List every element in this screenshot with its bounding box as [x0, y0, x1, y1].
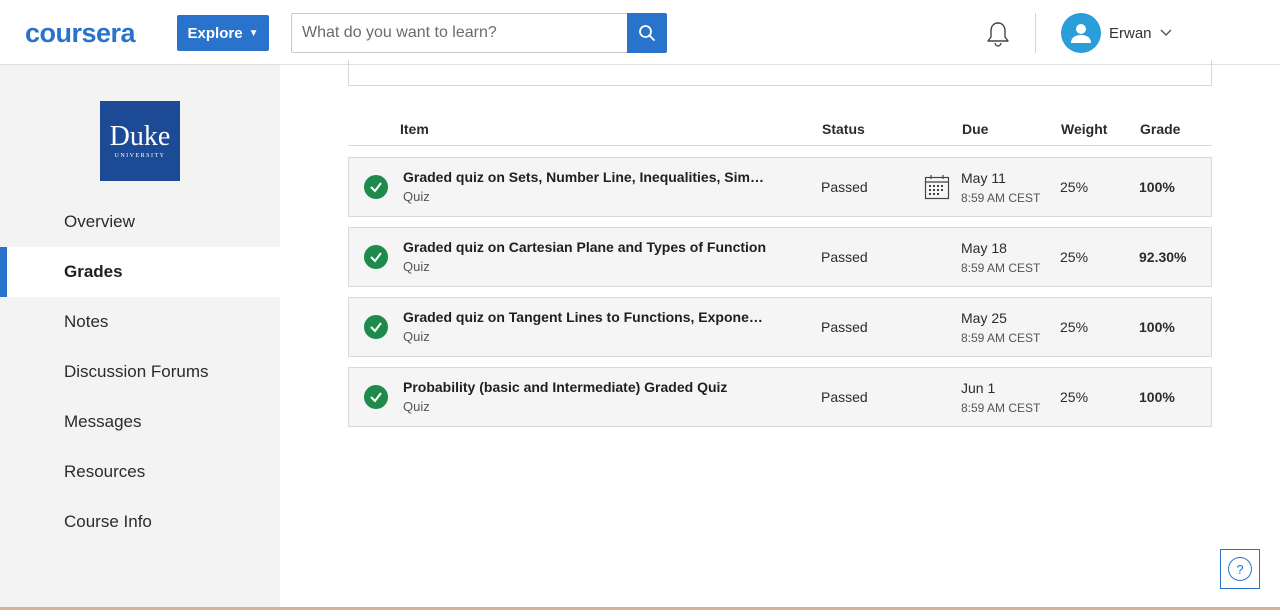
- due-time: 8:59 AM CEST: [961, 331, 1041, 345]
- status-text: Passed: [821, 249, 868, 265]
- weight-value: 25%: [1060, 179, 1089, 195]
- header-divider: [1035, 13, 1036, 53]
- grade-value: 100%: [1139, 389, 1175, 405]
- grade-value: 100%: [1139, 179, 1175, 195]
- due-date: May 11: [961, 170, 1006, 186]
- sidebar-item-resources[interactable]: Resources: [0, 447, 280, 497]
- status-text: Passed: [821, 179, 868, 195]
- user-name: Erwan: [1109, 24, 1152, 42]
- grade-value: 100%: [1139, 319, 1175, 335]
- column-header-weight: Weight: [1061, 121, 1108, 137]
- help-button[interactable]: ?: [1220, 549, 1260, 589]
- sidebar-item-discussion-forums[interactable]: Discussion Forums: [0, 347, 280, 397]
- passed-check-icon: [364, 175, 388, 199]
- table-row[interactable]: Graded quiz on Cartesian Plane and Types…: [348, 227, 1212, 287]
- status-text: Passed: [821, 389, 868, 405]
- sidebar-item-course-info[interactable]: Course Info: [0, 497, 280, 547]
- user-menu[interactable]: Erwan: [1061, 13, 1172, 53]
- course-sidebar: Duke UNIVERSITY Overview Grades Notes Di…: [0, 65, 280, 610]
- weight-value: 25%: [1060, 389, 1089, 405]
- table-row[interactable]: Graded quiz on Sets, Number Line, Inequa…: [348, 157, 1212, 217]
- sidebar-item-notes[interactable]: Notes: [0, 297, 280, 347]
- chevron-down-icon: [1160, 29, 1172, 36]
- column-header-due: Due: [962, 121, 989, 137]
- help-icon: ?: [1228, 557, 1252, 581]
- explore-button[interactable]: Explore ▼: [177, 15, 269, 51]
- chevron-down-icon: ▼: [248, 27, 259, 39]
- status-text: Passed: [821, 319, 868, 335]
- column-header-status: Status: [822, 121, 865, 137]
- item-title-link[interactable]: Probability (basic and Intermediate) Gra…: [403, 379, 771, 395]
- item-title-link[interactable]: Graded quiz on Cartesian Plane and Types…: [403, 239, 771, 255]
- previous-section-box: [348, 60, 1212, 86]
- column-header-item: Item: [400, 121, 429, 137]
- item-type: Quiz: [403, 399, 430, 414]
- due-time: 8:59 AM CEST: [961, 191, 1041, 205]
- explore-label: Explore: [187, 24, 243, 42]
- passed-check-icon: [364, 385, 388, 409]
- avatar: [1061, 13, 1101, 53]
- sidebar-item-messages[interactable]: Messages: [0, 397, 280, 447]
- weight-value: 25%: [1060, 249, 1089, 265]
- user-icon: [1071, 24, 1091, 43]
- passed-check-icon: [364, 315, 388, 339]
- item-type: Quiz: [403, 329, 430, 344]
- notification-bell-icon[interactable]: [985, 20, 1011, 48]
- search-button[interactable]: [627, 13, 667, 53]
- weight-value: 25%: [1060, 319, 1089, 335]
- university-logo[interactable]: Duke UNIVERSITY: [100, 101, 180, 181]
- sidebar-item-grades[interactable]: Grades: [0, 247, 280, 297]
- item-title-link[interactable]: Graded quiz on Sets, Number Line, Inequa…: [403, 169, 771, 185]
- table-row[interactable]: Graded quiz on Tangent Lines to Function…: [348, 297, 1212, 357]
- item-type: Quiz: [403, 189, 430, 204]
- table-row[interactable]: Probability (basic and Intermediate) Gra…: [348, 367, 1212, 427]
- item-type: Quiz: [403, 259, 430, 274]
- search-input[interactable]: [291, 13, 628, 53]
- due-time: 8:59 AM CEST: [961, 261, 1041, 275]
- grades-table-header: Item Status Due Weight Grade: [348, 118, 1212, 146]
- grade-value: 92.30%: [1139, 249, 1187, 265]
- column-header-grade: Grade: [1140, 121, 1181, 137]
- due-date: May 18: [961, 240, 1007, 256]
- sidebar-item-overview[interactable]: Overview: [0, 197, 280, 247]
- course-nav: Overview Grades Notes Discussion Forums …: [0, 197, 280, 547]
- due-date: Jun 1: [961, 380, 996, 396]
- search-icon: [639, 25, 655, 41]
- top-header: coursera Explore ▼ Erwan: [0, 0, 1280, 65]
- item-title-link[interactable]: Graded quiz on Tangent Lines to Function…: [403, 309, 771, 325]
- search-bar: [291, 13, 667, 53]
- due-time: 8:59 AM CEST: [961, 401, 1041, 415]
- due-date: May 25: [961, 310, 1007, 326]
- calendar-icon[interactable]: [924, 174, 950, 200]
- passed-check-icon: [364, 245, 388, 269]
- coursera-logo[interactable]: coursera: [25, 18, 136, 49]
